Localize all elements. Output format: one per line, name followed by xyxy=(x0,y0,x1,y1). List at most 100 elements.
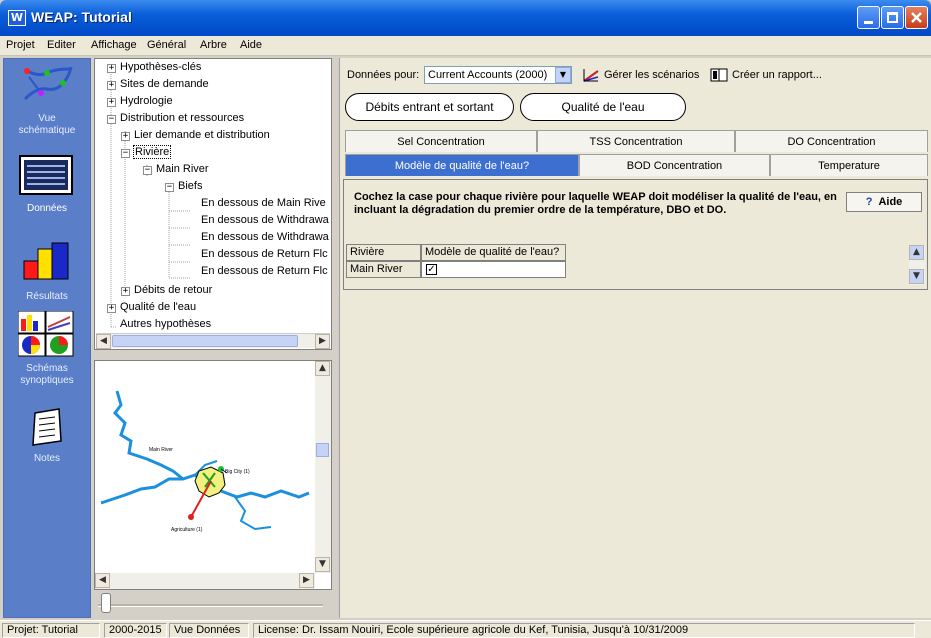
tree-horizontal-scrollbar[interactable]: ◀ ▶ xyxy=(96,333,330,349)
maximize-icon xyxy=(887,12,898,23)
tree-item[interactable]: En dessous de Withdrawa xyxy=(95,213,331,230)
help-text: Cochez la case pour chaque rivière pour … xyxy=(354,191,837,216)
tab-salt-concentration[interactable]: Sel Concentration xyxy=(345,130,537,152)
minimize-icon xyxy=(864,21,873,24)
table-row: ✓ xyxy=(421,261,566,278)
expand-icon[interactable]: + xyxy=(121,132,130,141)
tab-flows[interactable]: Débits entrant et sortant xyxy=(345,93,514,121)
tree-item[interactable]: + Sites de demande xyxy=(95,77,331,94)
chevron-down-icon[interactable]: ▼ xyxy=(555,67,571,83)
tree-item[interactable]: − Distribution et ressources xyxy=(95,111,331,128)
scroll-right-icon[interactable]: ▶ xyxy=(299,573,314,588)
schematic-icon xyxy=(23,66,73,101)
view-results[interactable]: Résultats xyxy=(4,237,90,307)
collapse-icon[interactable]: − xyxy=(121,149,130,158)
menu-projet[interactable]: Projet xyxy=(6,39,35,51)
menu-aide[interactable]: Aide xyxy=(240,39,262,51)
tab-temperature[interactable]: Temperature xyxy=(770,154,928,176)
nav-label-results: Résultats xyxy=(26,291,68,302)
tree-item[interactable]: + Débits de retour xyxy=(95,283,331,300)
expand-icon[interactable]: + xyxy=(107,304,116,313)
scroll-thumb[interactable] xyxy=(316,443,329,457)
tree-item[interactable]: En dessous de Return Flc xyxy=(95,264,331,281)
tree-item[interactable]: + Hydrologie xyxy=(95,94,331,111)
close-button[interactable] xyxy=(905,6,928,29)
status-license: License: Dr. Issam Nouiri, Ecole supérie… xyxy=(253,623,915,638)
map-label-big-city: Big City (1) xyxy=(225,469,250,475)
tree-item[interactable]: En dessous de Withdrawa xyxy=(95,230,331,247)
minimize-button[interactable] xyxy=(857,6,880,29)
maximize-button[interactable] xyxy=(881,6,904,29)
map-horizontal-scrollbar[interactable]: ◀ ▶ xyxy=(95,573,315,589)
help-button[interactable]: ? Aide xyxy=(846,192,922,212)
expand-icon[interactable]: + xyxy=(121,287,130,296)
menu-editer[interactable]: Editer xyxy=(47,39,76,51)
view-schematic[interactable]: Vue schématique xyxy=(4,61,90,143)
menu-general[interactable]: Général xyxy=(147,39,186,51)
tree-item[interactable]: + Hypothèses-clés xyxy=(95,60,331,77)
view-notes[interactable]: Notes xyxy=(4,405,90,475)
nav-label-schematic: Vue schématique xyxy=(18,113,76,136)
menu-affichage[interactable]: Affichage xyxy=(91,39,137,51)
scroll-thumb[interactable] xyxy=(112,335,298,347)
collapse-icon[interactable]: − xyxy=(143,166,152,175)
tree-item[interactable]: Autres hypothèses xyxy=(95,317,331,334)
window-title: WEAP: Tutorial xyxy=(31,9,132,25)
collapse-icon[interactable]: − xyxy=(107,115,116,124)
manage-scenarios-icon xyxy=(583,69,599,82)
tab-tss-concentration[interactable]: TSS Concentration xyxy=(537,130,735,152)
close-icon xyxy=(911,12,922,23)
create-report-link[interactable]: Créer un rapport... xyxy=(732,69,822,81)
zoom-slider-track[interactable] xyxy=(98,604,323,607)
view-overviews[interactable]: Schémas synoptiques xyxy=(4,311,90,401)
row-header-main-river: Main River xyxy=(346,261,421,278)
tab-bod-concentration[interactable]: BOD Concentration xyxy=(579,154,770,176)
data-grid: Rivière Modèle de qualité de l'eau? Main… xyxy=(346,244,926,286)
collapse-icon[interactable]: − xyxy=(165,183,174,192)
column-header-model: Modèle de qualité de l'eau? xyxy=(421,244,566,261)
title-bar[interactable]: W WEAP: Tutorial xyxy=(0,0,931,36)
menu-arbre[interactable]: Arbre xyxy=(200,39,227,51)
status-bar: Projet: Tutorial 2000-2015 Vue Données L… xyxy=(0,620,931,638)
scroll-right-icon[interactable]: ▶ xyxy=(315,334,330,349)
scroll-up-icon[interactable]: ▲ xyxy=(909,245,924,260)
question-icon: ? xyxy=(865,196,873,208)
map-label-agriculture: Agriculture (1) xyxy=(171,527,203,533)
status-years: 2000-2015 xyxy=(104,623,167,638)
tree-item[interactable]: + Qualité de l'eau xyxy=(95,300,331,317)
expand-icon[interactable]: + xyxy=(107,81,116,90)
data-icon xyxy=(19,155,73,195)
results-icon xyxy=(23,242,69,280)
water-quality-checkbox[interactable]: ✓ xyxy=(426,264,437,275)
tree-item-selected[interactable]: − Rivière xyxy=(95,145,331,162)
scroll-up-icon[interactable]: ▲ xyxy=(315,361,330,376)
grid-vertical-scrollbar[interactable]: ▲ ▼ xyxy=(909,245,925,285)
help-button-label: Aide xyxy=(878,196,903,208)
tab-water-quality[interactable]: Qualité de l'eau xyxy=(520,93,686,121)
report-book-icon xyxy=(710,68,728,82)
map-vertical-scrollbar[interactable]: ▲ ▼ xyxy=(315,361,331,573)
zoom-slider-thumb[interactable] xyxy=(101,593,111,613)
data-tree[interactable]: + Hypothèses-clés + Sites de demande + H… xyxy=(94,58,332,350)
tree-item[interactable]: En dessous de Main Rive xyxy=(95,196,331,213)
nav-label-notes: Notes xyxy=(33,453,61,464)
scroll-down-icon[interactable]: ▼ xyxy=(909,269,924,284)
scroll-down-icon[interactable]: ▼ xyxy=(315,557,330,572)
tree-item[interactable]: − Main River xyxy=(95,162,331,179)
tab-water-quality-model[interactable]: Modèle de qualité de l'eau? xyxy=(345,154,579,176)
expand-icon[interactable]: + xyxy=(107,64,116,73)
expand-icon[interactable]: + xyxy=(107,98,116,107)
scroll-left-icon[interactable]: ◀ xyxy=(96,334,111,349)
scroll-left-icon[interactable]: ◀ xyxy=(95,573,110,588)
tree-item[interactable]: En dessous de Return Flc xyxy=(95,247,331,264)
schematic-preview[interactable]: Main River Big City (1) Agriculture (1) … xyxy=(94,360,332,590)
river-map xyxy=(100,390,310,531)
tree-item[interactable]: + Lier demande et distribution xyxy=(95,128,331,145)
column-header-river: Rivière xyxy=(346,244,421,261)
tree-item[interactable]: − Biefs xyxy=(95,179,331,196)
scenario-select[interactable]: Current Accounts (2000) xyxy=(424,66,572,84)
view-data[interactable]: Données xyxy=(4,147,90,225)
tab-do-concentration[interactable]: DO Concentration xyxy=(735,130,928,152)
manage-scenarios-link[interactable]: Gérer les scénarios xyxy=(604,69,699,81)
map-label-main-river: Main River xyxy=(149,447,173,453)
